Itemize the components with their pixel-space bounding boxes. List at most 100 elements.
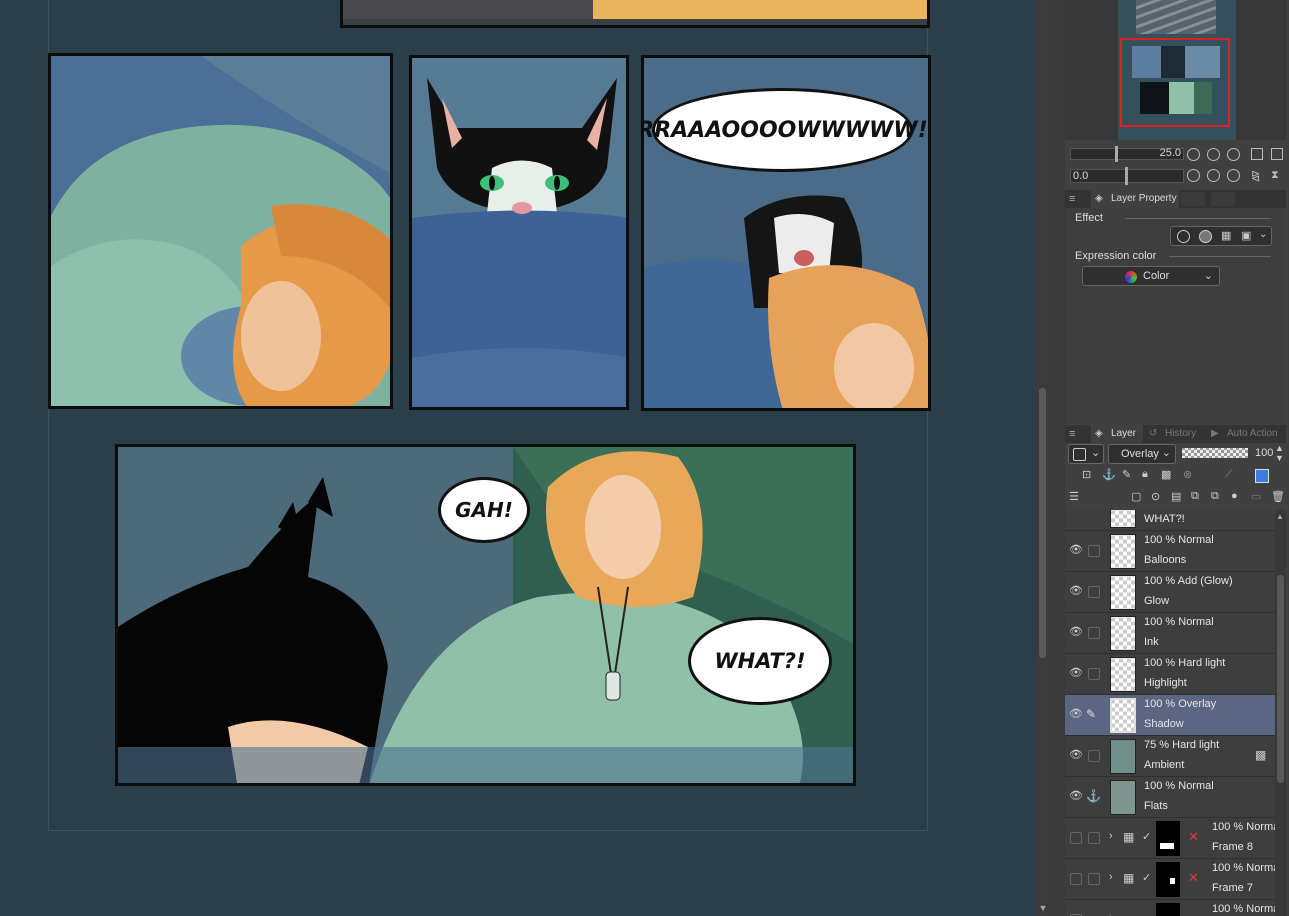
- tab-extra-1-icon[interactable]: [1181, 192, 1205, 206]
- lock-transparent-icon[interactable]: ▩: [1161, 468, 1171, 481]
- color-wheel-icon: [1125, 271, 1137, 283]
- mask-icon[interactable]: ⊗: [1183, 468, 1192, 481]
- lock-toggle[interactable]: [1088, 873, 1100, 885]
- blend-mode-select[interactable]: Overlay ⌄: [1108, 444, 1176, 464]
- scroll-down-arrow[interactable]: ▼: [1038, 903, 1048, 913]
- apply-mask-icon[interactable]: ▭: [1251, 490, 1261, 503]
- fullscreen-icon[interactable]: [1271, 148, 1283, 160]
- rotate-right-icon[interactable]: [1207, 169, 1220, 182]
- lock-transparent-icon: ▩: [1255, 748, 1267, 762]
- actual-size-icon[interactable]: [1227, 148, 1240, 161]
- mask-disabled-icon: ✕: [1188, 870, 1199, 885]
- panel-menu-icon[interactable]: ≡: [1069, 193, 1075, 205]
- eye-icon[interactable]: 👁︎: [1069, 626, 1083, 638]
- new-raster-layer-icon[interactable]: ▢: [1131, 490, 1141, 503]
- lock-toggle[interactable]: [1088, 627, 1100, 639]
- zoom-slider-handle[interactable]: [1115, 146, 1118, 162]
- eye-icon[interactable]: 👁︎: [1069, 708, 1083, 720]
- layer-tabbar: ≡ ◈ Layer ↺ History ▶ Auto Action: [1065, 425, 1286, 443]
- tab-layer[interactable]: ◈ Layer: [1091, 425, 1143, 443]
- lock-toggle[interactable]: [1088, 668, 1100, 680]
- eye-icon[interactable]: 👁︎: [1069, 667, 1083, 679]
- eye-icon[interactable]: 👁︎: [1069, 749, 1083, 761]
- layer-panel-options-icon[interactable]: ☰: [1069, 490, 1079, 503]
- tab-auto-action[interactable]: ▶ Auto Action: [1207, 425, 1287, 443]
- layer-row-flats[interactable]: 👁︎ ⚓ 100 % Normal Flats: [1065, 777, 1275, 818]
- layer-thumbnail: [1110, 575, 1136, 610]
- chevron-right-icon[interactable]: ›: [1109, 912, 1113, 916]
- layer-row-frame-8[interactable]: › ▦ ✓ ✕ 100 % Normal Frame 8: [1065, 818, 1275, 859]
- layer-color-icon[interactable]: ▣: [1241, 229, 1251, 242]
- copy-layer-icon[interactable]: ⧉: [1191, 490, 1199, 503]
- layers-icon: ◈: [1095, 428, 1103, 439]
- layer-list[interactable]: WHAT?! 👁︎ 100 % Normal Balloons 👁︎ 100 %…: [1065, 510, 1275, 916]
- layer-mask-icon[interactable]: ●: [1231, 490, 1238, 502]
- layer-row-ambient[interactable]: 👁︎ 75 % Hard light Ambient ▩: [1065, 736, 1275, 777]
- zoom-slider[interactable]: 25.0: [1070, 146, 1184, 162]
- rotation-slider-handle[interactable]: [1125, 167, 1128, 185]
- visibility-toggle[interactable]: [1070, 832, 1082, 844]
- eye-icon[interactable]: 👁︎: [1069, 790, 1083, 802]
- rotate-left-icon[interactable]: [1187, 169, 1200, 182]
- fit-window-icon[interactable]: [1251, 148, 1263, 160]
- layer-scrollbar-thumb[interactable]: [1277, 575, 1284, 783]
- border-effect-icon[interactable]: [1177, 230, 1190, 243]
- chevron-right-icon[interactable]: ›: [1109, 871, 1113, 883]
- new-vector-layer-icon[interactable]: ⊙: [1151, 490, 1160, 503]
- zoom-out-icon[interactable]: [1187, 148, 1200, 161]
- merge-down-icon[interactable]: ⧉: [1211, 490, 1219, 503]
- chevron-down-icon[interactable]: ⌄: [1259, 229, 1267, 240]
- dock-edge: [1050, 0, 1065, 916]
- layer-row-what-partial[interactable]: WHAT?!: [1065, 510, 1275, 531]
- flip-vertical-icon[interactable]: ⧗: [1271, 169, 1279, 182]
- delete-layer-icon[interactable]: 🗑︎: [1271, 490, 1285, 503]
- tab-layer-property[interactable]: ◈ Layer Property: [1091, 190, 1179, 208]
- frame-mask-thumbnail: [1156, 821, 1180, 856]
- lock-toggle[interactable]: [1088, 832, 1100, 844]
- canvas-area[interactable]: RRAAAOOOOWWWWW! GAH! WHAT?!: [0, 0, 1036, 916]
- opacity-stepper-icon[interactable]: ▲ ▼: [1275, 443, 1284, 463]
- panel-menu-icon[interactable]: ≡: [1069, 428, 1075, 440]
- layer-color-dropdown[interactable]: ⌄: [1068, 444, 1104, 464]
- layer-row-shadow[interactable]: 👁︎ ✎ 100 % Overlay Shadow: [1065, 695, 1275, 736]
- eye-icon[interactable]: 👁︎: [1069, 544, 1083, 556]
- clip-to-layer-icon[interactable]: ⊡: [1082, 468, 1091, 481]
- square-icon: [1073, 448, 1086, 461]
- reference-layer-icon[interactable]: ⚓: [1102, 468, 1116, 481]
- layer-row-balloons[interactable]: 👁︎ 100 % Normal Balloons: [1065, 531, 1275, 572]
- navigator-view-frame[interactable]: [1120, 38, 1230, 127]
- new-folder-icon[interactable]: ▤: [1171, 490, 1181, 503]
- visibility-toggle[interactable]: [1070, 873, 1082, 885]
- canvas-vertical-scrollbar[interactable]: ▼: [1036, 0, 1050, 916]
- lock-toggle[interactable]: [1088, 750, 1100, 762]
- tab-history[interactable]: ↺ History: [1145, 425, 1205, 443]
- screentone-icon[interactable]: ▦: [1221, 229, 1231, 242]
- layer-thumbnail: [1110, 616, 1136, 651]
- layer-row-frame-partial[interactable]: › 100 % Normal: [1065, 900, 1275, 916]
- layer-list-scrollbar[interactable]: ▲: [1275, 510, 1286, 916]
- lock-toggle[interactable]: [1088, 586, 1100, 598]
- speech-balloon-what-text: WHAT?!: [714, 649, 806, 673]
- set-draft-icon[interactable]: ✎: [1122, 468, 1131, 481]
- tone-effect-icon[interactable]: [1199, 230, 1212, 243]
- effect-buttons[interactable]: ▦ ▣ ⌄: [1170, 226, 1272, 246]
- eye-icon[interactable]: 👁︎: [1069, 585, 1083, 597]
- lock-icon[interactable]: 🔒︎: [1142, 468, 1148, 481]
- scroll-up-arrow[interactable]: ▲: [1276, 512, 1284, 521]
- lock-toggle[interactable]: [1088, 545, 1100, 557]
- chevron-right-icon[interactable]: ›: [1109, 830, 1113, 842]
- ruler-icon[interactable]: ⟋: [1225, 468, 1233, 481]
- canvas-scrollbar-thumb[interactable]: [1039, 388, 1046, 658]
- tab-extra-2-icon[interactable]: [1211, 192, 1235, 206]
- rotation-slider[interactable]: 0.0: [1070, 167, 1184, 185]
- layer-color-swatch-icon[interactable]: [1255, 469, 1269, 483]
- zoom-in-icon[interactable]: [1207, 148, 1220, 161]
- layer-row-glow[interactable]: 👁︎ 100 % Add (Glow) Glow: [1065, 572, 1275, 613]
- layer-row-ink[interactable]: 👁︎ 100 % Normal Ink: [1065, 613, 1275, 654]
- flip-horizontal-icon[interactable]: ⧎: [1251, 169, 1260, 182]
- expression-color-select[interactable]: Color ⌄: [1082, 266, 1220, 286]
- layer-row-highlight[interactable]: 👁︎ 100 % Hard light Highlight: [1065, 654, 1275, 695]
- reset-rotation-icon[interactable]: [1227, 169, 1240, 182]
- opacity-slider[interactable]: [1182, 448, 1248, 458]
- layer-row-frame-7[interactable]: › ▦ ✓ ✕ 100 % Normal Frame 7: [1065, 859, 1275, 900]
